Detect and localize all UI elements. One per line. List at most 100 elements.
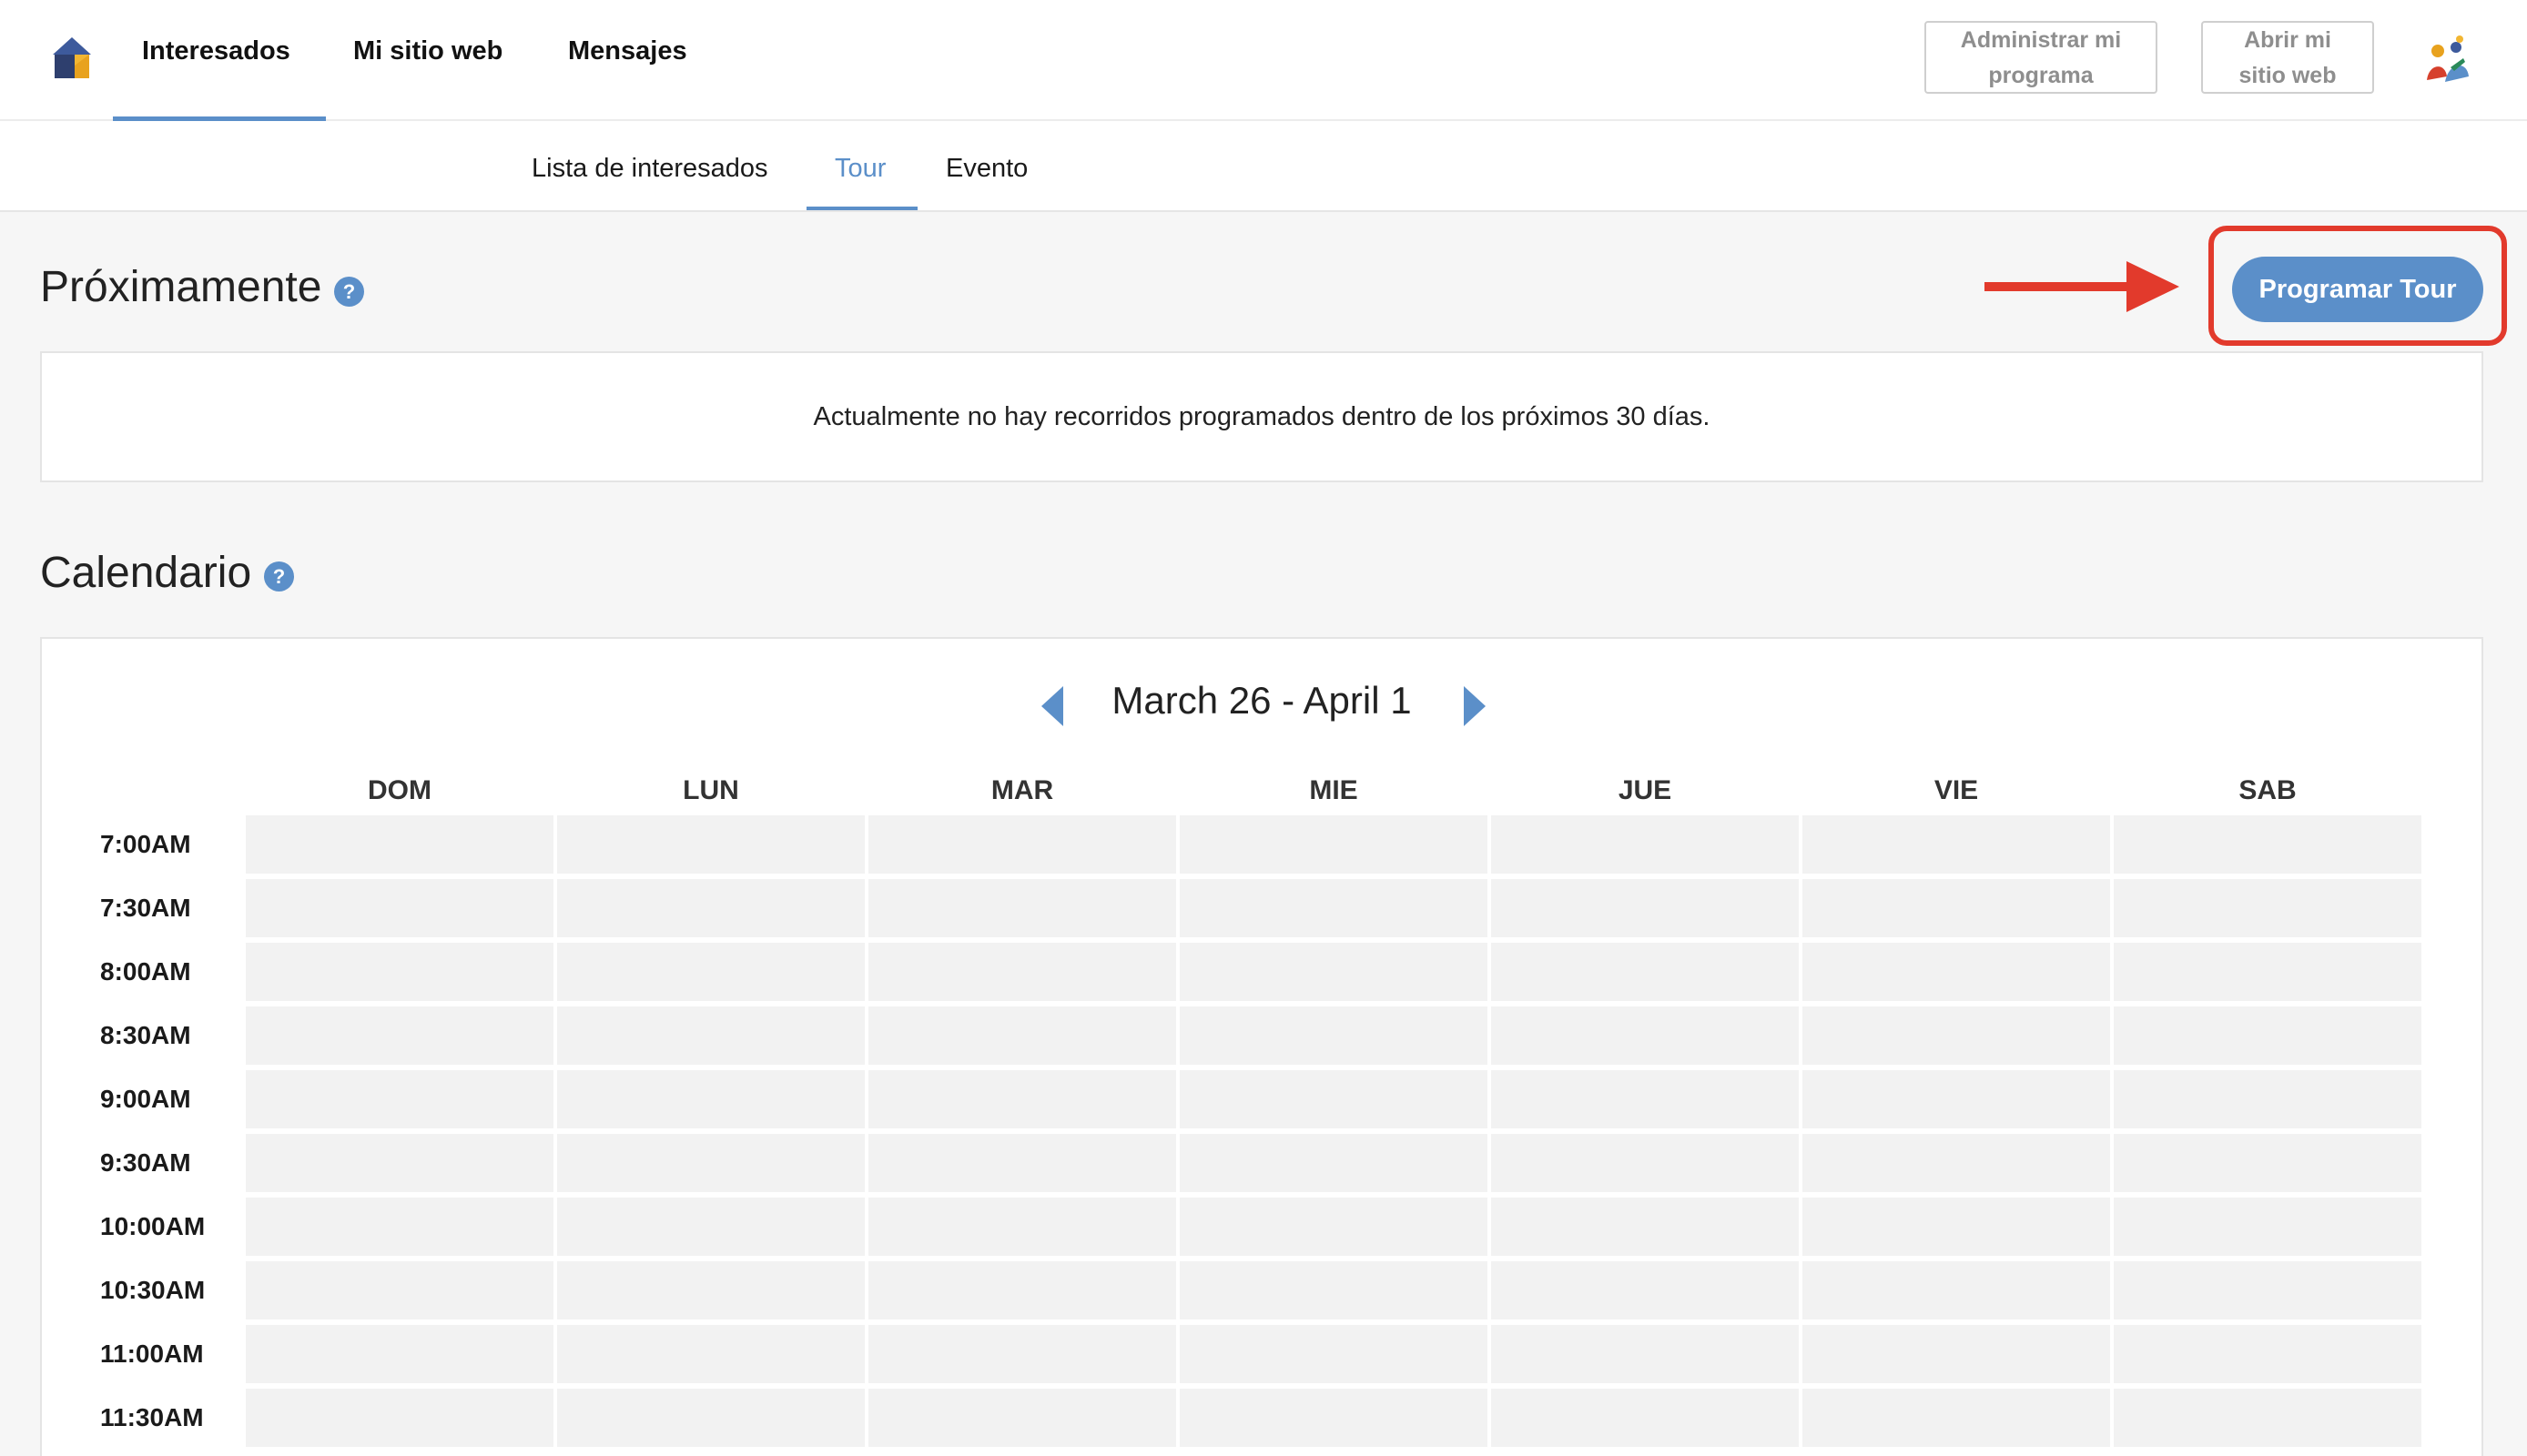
calendar-time-slot[interactable]	[1491, 1006, 1799, 1065]
calendar-time-slot[interactable]	[2114, 943, 2421, 1001]
calendar-time-slot[interactable]	[868, 1070, 1176, 1128]
calendar-time-slot[interactable]	[868, 943, 1176, 1001]
open-website-label-line-2: sitio web	[2238, 63, 2337, 88]
calendar-time-slot[interactable]	[246, 1325, 553, 1383]
calendar-time-slot[interactable]	[1491, 1389, 1799, 1447]
calendar-time-slot[interactable]	[557, 1389, 865, 1447]
calendar-time-slot[interactable]	[1491, 1198, 1799, 1256]
calendar-time-slot[interactable]	[246, 1006, 553, 1065]
question-circle-icon[interactable]: ?	[264, 561, 294, 592]
calendar-time-slot[interactable]	[868, 1134, 1176, 1192]
calendar-time-slot[interactable]	[1180, 1198, 1487, 1256]
calendar-time-slot[interactable]	[2114, 1070, 2421, 1128]
calendar-time-slot[interactable]	[1491, 1261, 1799, 1320]
calendar-time-slot[interactable]	[246, 1070, 553, 1128]
top-navigation-bar: Interesados Mi sitio web Mensajes Admini…	[0, 0, 2527, 121]
sub-navigation-tabs: Lista de interesados Tour Evento	[0, 121, 2527, 212]
calendar-time-slot[interactable]	[2114, 1389, 2421, 1447]
calendar-time-slot[interactable]	[2114, 1261, 2421, 1320]
calendar-time-slot[interactable]	[2114, 1198, 2421, 1256]
calendar-time-slot[interactable]	[1802, 815, 2110, 874]
triangle-right-icon[interactable]	[1462, 684, 1487, 728]
calendar-time-slot[interactable]	[2114, 1006, 2421, 1065]
calendar-time-slot[interactable]	[1802, 1261, 2110, 1320]
calendar-time-slot[interactable]	[557, 1134, 865, 1192]
calendar-time-slot[interactable]	[1802, 879, 2110, 937]
question-circle-icon[interactable]: ?	[334, 277, 364, 307]
calendar-time-slot[interactable]	[2114, 1325, 2421, 1383]
calendar-time-slot[interactable]	[246, 1389, 553, 1447]
calendar-time-slot[interactable]	[1180, 1006, 1487, 1065]
calendar-time-slot[interactable]	[246, 879, 553, 937]
calendar-time-slot[interactable]	[246, 1261, 553, 1320]
tab-lista-de-interesados[interactable]: Lista de interesados	[532, 154, 768, 184]
calendar-time-slot[interactable]	[557, 1261, 865, 1320]
calendar-time-slot[interactable]	[868, 879, 1176, 937]
no-tours-message: Actualmente no hay recorridos programado…	[813, 402, 1710, 431]
tab-tour[interactable]: Tour	[835, 154, 886, 184]
calendar-time-slot[interactable]	[1802, 1325, 2110, 1383]
calendar-time-slot[interactable]	[868, 1006, 1176, 1065]
calendar-time-slot[interactable]	[557, 1325, 865, 1383]
calendar-time-slot[interactable]	[1180, 1325, 1487, 1383]
calendar-time-slot[interactable]	[246, 1198, 553, 1256]
calendar-time-slot[interactable]	[868, 815, 1176, 874]
house-logo-icon[interactable]	[49, 35, 95, 80]
day-header-mie: MIE	[1309, 775, 1358, 805]
calendar-time-slot[interactable]	[1491, 1070, 1799, 1128]
calendar-time-slot[interactable]	[1180, 1261, 1487, 1320]
calendar-time-slot[interactable]	[2114, 815, 2421, 874]
red-arrow-right-icon	[1984, 261, 2179, 312]
calendar-time-slot[interactable]	[1491, 1325, 1799, 1383]
calendar-time-slot[interactable]	[557, 943, 865, 1001]
day-header-vie: VIE	[1933, 775, 1979, 805]
upcoming-section-title: Próximamente	[40, 263, 322, 311]
calendar-time-slot[interactable]	[557, 1006, 865, 1065]
calendar-time-slot[interactable]	[2114, 1134, 2421, 1192]
active-tab-indicator	[807, 207, 918, 210]
user-avatar-icon[interactable]	[2418, 31, 2476, 89]
nav-item-mi-sitio-web[interactable]: Mi sitio web	[353, 36, 502, 66]
calendar-time-slot[interactable]	[1802, 1198, 2110, 1256]
nav-item-mensajes[interactable]: Mensajes	[568, 36, 687, 66]
calendar-time-slot[interactable]	[246, 943, 553, 1001]
calendar-section-title: Calendario	[40, 549, 252, 597]
calendar-time-slot[interactable]	[1180, 879, 1487, 937]
calendar-time-slot[interactable]	[1180, 815, 1487, 874]
calendar-time-slot[interactable]	[557, 879, 865, 937]
calendar-time-slot[interactable]	[868, 1325, 1176, 1383]
calendar-time-slot[interactable]	[1802, 1134, 2110, 1192]
calendar-time-slot[interactable]	[246, 1134, 553, 1192]
calendar-time-slot[interactable]	[1802, 1070, 2110, 1128]
day-header-lun: LUN	[683, 775, 739, 805]
calendar-time-slot[interactable]	[1491, 1134, 1799, 1192]
calendar-time-slot[interactable]	[1180, 1389, 1487, 1447]
calendar-time-slot[interactable]	[1491, 943, 1799, 1001]
calendar-time-slot[interactable]	[1180, 943, 1487, 1001]
calendar-time-slot[interactable]	[868, 1261, 1176, 1320]
calendar-time-slot[interactable]	[557, 815, 865, 874]
calendar-time-slot[interactable]	[868, 1198, 1176, 1256]
day-header-sab: SAB	[2238, 775, 2297, 805]
day-header-dom: DOM	[368, 775, 431, 805]
open-website-button[interactable]: Abrir mi sitio web	[2201, 21, 2374, 94]
calendar-time-slot[interactable]	[1802, 1006, 2110, 1065]
tab-evento[interactable]: Evento	[946, 154, 1028, 184]
calendar-time-slot[interactable]	[1802, 1389, 2110, 1447]
calendar-panel: March 26 - April 1 DOM LUN MAR MIE JUE VIE SAB…	[40, 637, 2483, 1456]
day-header-jue: JUE	[1618, 775, 1672, 805]
schedule-tour-button[interactable]: Programar Tour	[2232, 257, 2483, 322]
nav-item-interesados[interactable]: Interesados	[142, 36, 290, 66]
calendar-time-slot[interactable]	[1491, 879, 1799, 937]
calendar-time-slot[interactable]	[1180, 1070, 1487, 1128]
calendar-time-slot[interactable]	[1180, 1134, 1487, 1192]
calendar-time-slot[interactable]	[2114, 879, 2421, 937]
calendar-time-slot[interactable]	[1802, 943, 2110, 1001]
calendar-time-slot[interactable]	[557, 1198, 865, 1256]
calendar-time-slot[interactable]	[557, 1070, 865, 1128]
manage-program-button[interactable]: Administrar mi programa	[1924, 21, 2157, 94]
calendar-time-slot[interactable]	[1491, 815, 1799, 874]
calendar-time-slot[interactable]	[246, 815, 553, 874]
manage-program-label-line-1: Administrar mi	[1960, 27, 2122, 53]
calendar-time-slot[interactable]	[868, 1389, 1176, 1447]
